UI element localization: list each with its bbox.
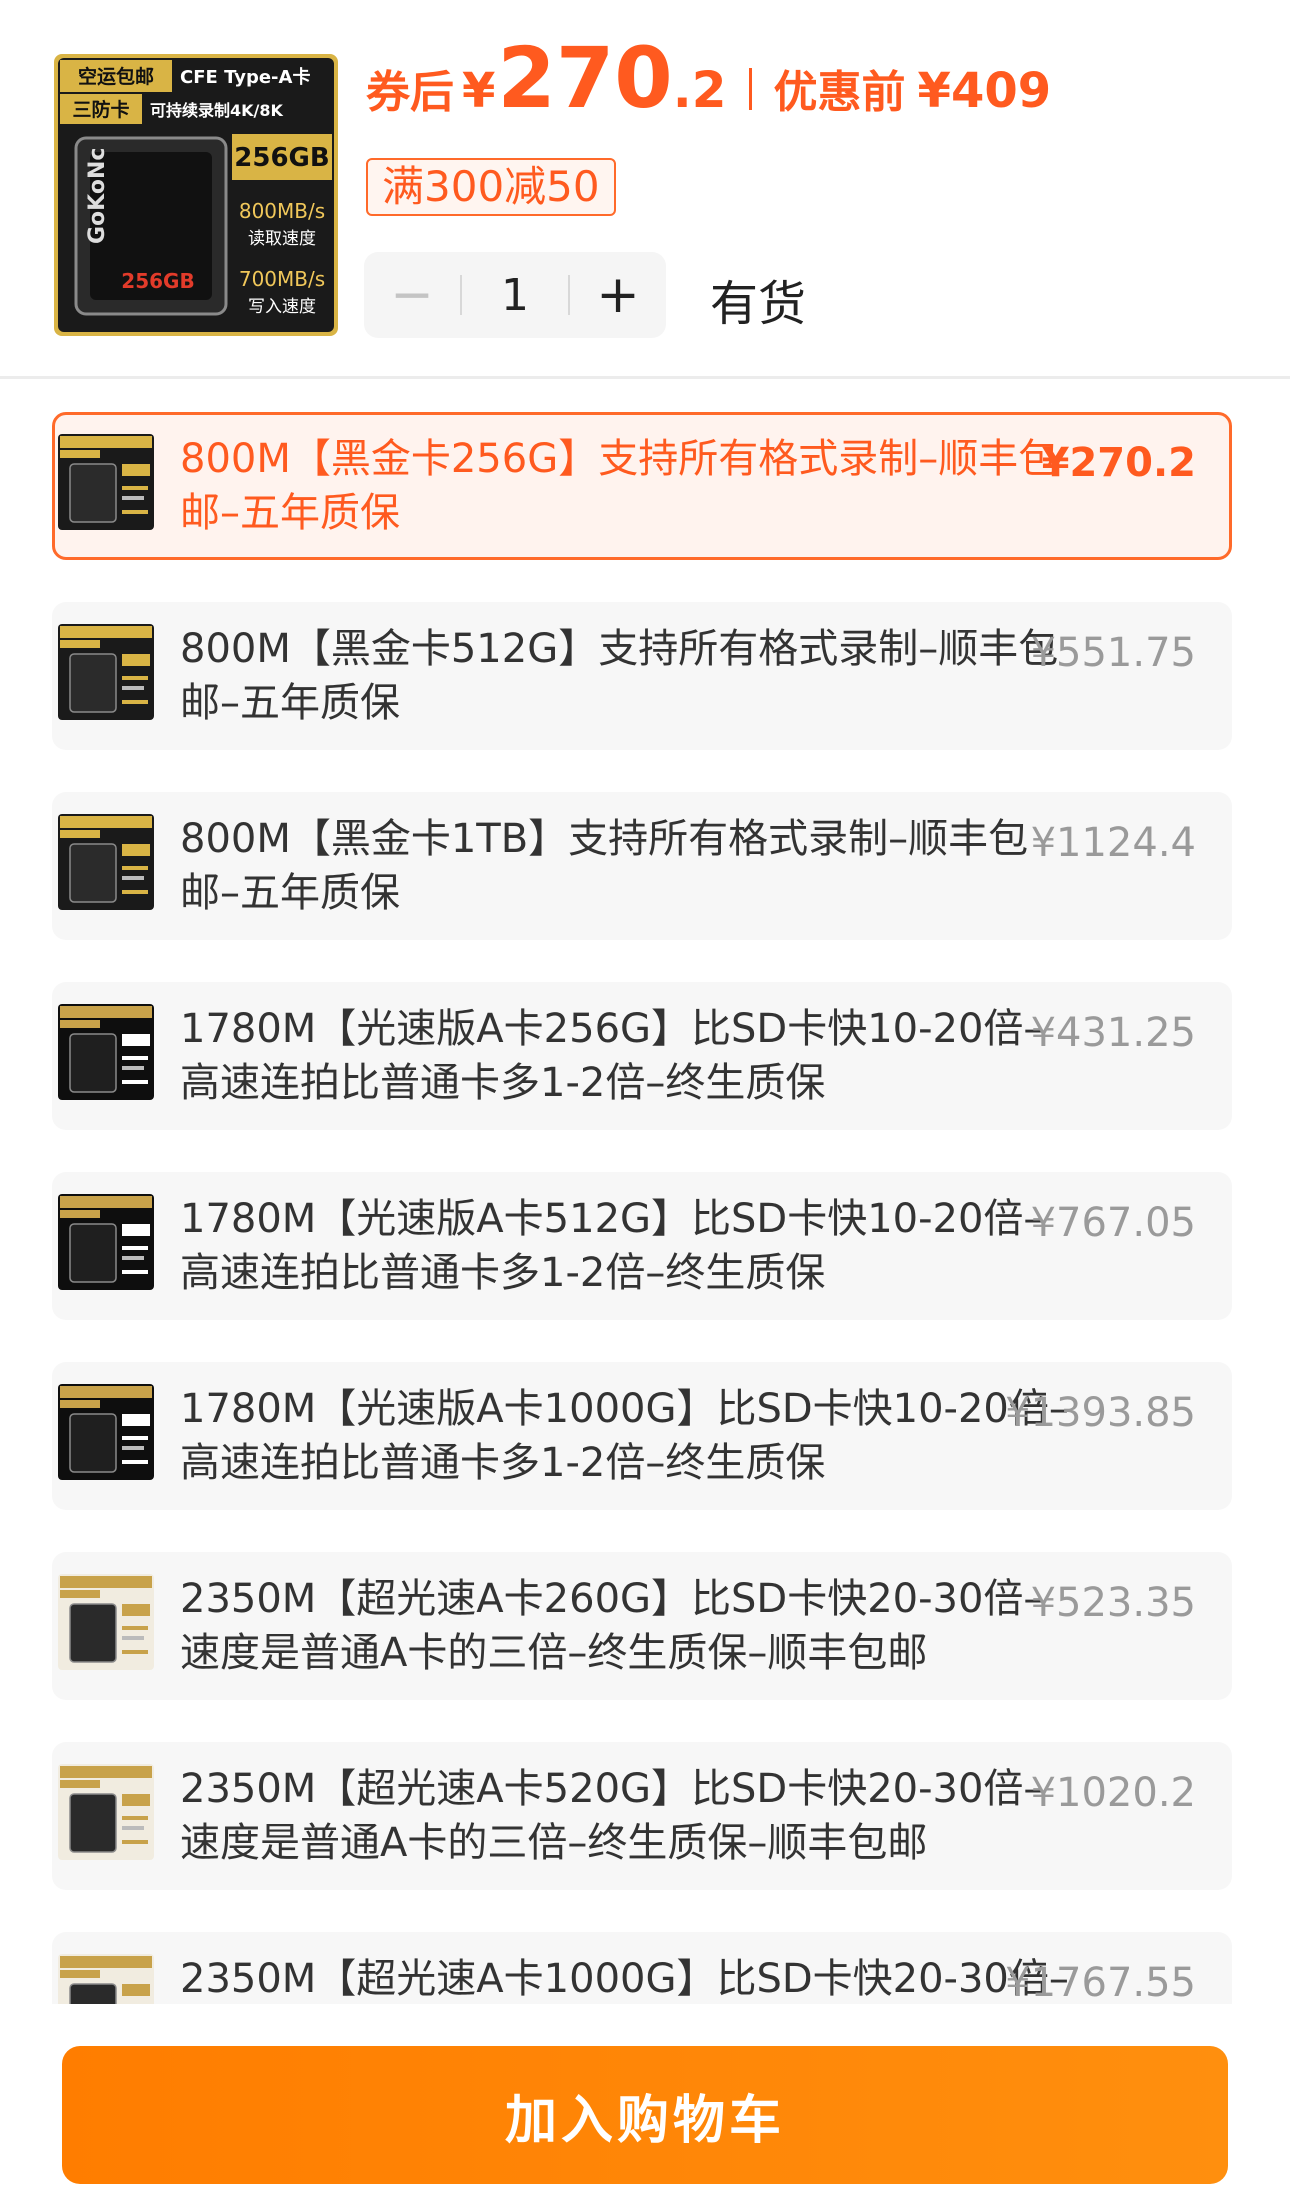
sku-option[interactable]: 2350M【超光速A卡1000G】比SD卡快20-30倍–速度是普通A卡的三倍–… bbox=[52, 1932, 1232, 2004]
quantity-value[interactable]: 1 bbox=[462, 270, 568, 321]
add-to-cart-button[interactable]: 加入购物车 bbox=[62, 2046, 1228, 2184]
option-thumbnail bbox=[58, 1954, 154, 2004]
price-divider bbox=[748, 68, 752, 110]
stock-status: 有货 bbox=[710, 276, 807, 332]
price-integer: 270 bbox=[497, 29, 673, 127]
option-price: ¥1767.55 bbox=[1005, 1960, 1196, 2004]
sku-option-list[interactable]: 800M【黑金卡256G】支持所有格式录制–顺丰包邮–五年质保 ¥270.2 8… bbox=[0, 412, 1290, 2004]
option-price: ¥767.05 bbox=[1030, 1200, 1196, 1246]
sku-option[interactable]: 2350M【超光速A卡260G】比SD卡快20-30倍–速度是普通A卡的三倍–终… bbox=[52, 1552, 1232, 1700]
option-thumbnail bbox=[58, 1194, 154, 1290]
increase-button[interactable]: + bbox=[570, 252, 666, 338]
option-name: 1780M【光速版A卡1000G】比SD卡快10-20倍–高速连拍比普通卡多1-… bbox=[180, 1386, 1069, 1486]
hero-protect-badge: 三防卡 bbox=[72, 98, 129, 121]
original-price: ¥409 bbox=[917, 63, 1052, 119]
hero-type-badge: CFE Type-A卡 bbox=[180, 66, 310, 88]
quantity-stepper: − 1 + bbox=[364, 252, 666, 338]
option-name: 800M【黑金卡512G】支持所有格式录制–顺丰包邮–五年质保 bbox=[180, 626, 1059, 726]
option-thumbnail bbox=[58, 624, 154, 720]
hero-brand: GoKoNc bbox=[85, 148, 110, 244]
hero-card-capacity: 256GB bbox=[121, 269, 194, 293]
price-decimal: .2 bbox=[672, 61, 727, 119]
original-price-label: 优惠前 bbox=[773, 67, 906, 118]
option-price: ¥523.35 bbox=[1030, 1580, 1196, 1626]
hero-capacity: 256GB bbox=[234, 143, 329, 173]
product-header: 空运包邮 CFE Type-A卡 三防卡 可持续录制4K/8K 256GB Go… bbox=[0, 0, 1290, 379]
option-thumbnail bbox=[58, 1574, 154, 1670]
hero-read-label: 读取速度 bbox=[248, 229, 316, 249]
hero-read-speed: 800MB/s bbox=[239, 199, 325, 223]
option-price: ¥431.25 bbox=[1030, 1010, 1196, 1056]
after-coupon-label: 券后 bbox=[366, 67, 454, 118]
sku-option[interactable]: 1780M【光速版A卡256G】比SD卡快10-20倍–高速连拍比普通卡多1-2… bbox=[52, 982, 1232, 1130]
price-row: 券后 ¥ 270 .2 优惠前 ¥409 bbox=[366, 36, 1051, 126]
option-name: 2350M【超光速A卡260G】比SD卡快20-30倍–速度是普通A卡的三倍–终… bbox=[180, 1576, 1044, 1676]
sku-option[interactable]: 800M【黑金卡1TB】支持所有格式录制–顺丰包邮–五年质保 ¥1124.4 bbox=[52, 792, 1232, 940]
hero-write-speed: 700MB/s bbox=[239, 267, 325, 291]
sku-option[interactable]: 800M【黑金卡512G】支持所有格式录制–顺丰包邮–五年质保 ¥551.75 bbox=[52, 602, 1232, 750]
option-price: ¥1020.2 bbox=[1030, 1770, 1196, 1816]
option-thumbnail bbox=[58, 814, 154, 910]
sku-option[interactable]: 1780M【光速版A卡1000G】比SD卡快10-20倍–高速连拍比普通卡多1-… bbox=[52, 1362, 1232, 1510]
option-name: 2350M【超光速A卡1000G】比SD卡快20-30倍–速度是普通A卡的三倍–… bbox=[180, 1956, 1069, 2002]
sku-option[interactable]: 2350M【超光速A卡520G】比SD卡快20-30倍–速度是普通A卡的三倍–终… bbox=[52, 1742, 1232, 1890]
option-name: 800M【黑金卡256G】支持所有格式录制–顺丰包邮–五年质保 bbox=[180, 436, 1059, 536]
option-thumbnail bbox=[58, 1764, 154, 1860]
sku-option[interactable]: 800M【黑金卡256G】支持所有格式录制–顺丰包邮–五年质保 ¥270.2 bbox=[52, 412, 1232, 560]
hero-record-badge: 可持续录制4K/8K bbox=[150, 101, 284, 120]
product-image[interactable]: 空运包邮 CFE Type-A卡 三防卡 可持续录制4K/8K 256GB Go… bbox=[54, 54, 338, 336]
option-price: ¥551.75 bbox=[1030, 630, 1196, 676]
option-thumbnail bbox=[58, 1384, 154, 1480]
option-name: 1780M【光速版A卡512G】比SD卡快10-20倍–高速连拍比普通卡多1-2… bbox=[180, 1196, 1044, 1296]
option-name: 1780M【光速版A卡256G】比SD卡快10-20倍–高速连拍比普通卡多1-2… bbox=[180, 1006, 1044, 1106]
option-thumbnail bbox=[58, 434, 154, 530]
option-thumbnail bbox=[58, 1004, 154, 1100]
option-price: ¥1393.85 bbox=[1005, 1390, 1196, 1436]
option-price: ¥270.2 bbox=[1041, 440, 1196, 486]
hero-write-label: 写入速度 bbox=[248, 297, 316, 317]
price-currency: ¥ bbox=[462, 63, 496, 119]
decrease-button[interactable]: − bbox=[364, 252, 460, 338]
sku-option[interactable]: 1780M【光速版A卡512G】比SD卡快10-20倍–高速连拍比普通卡多1-2… bbox=[52, 1172, 1232, 1320]
option-price: ¥1124.4 bbox=[1030, 820, 1196, 866]
coupon-tag[interactable]: 满300减50 bbox=[366, 158, 616, 216]
hero-shipping-badge: 空运包邮 bbox=[78, 65, 154, 88]
option-name: 2350M【超光速A卡520G】比SD卡快20-30倍–速度是普通A卡的三倍–终… bbox=[180, 1766, 1044, 1866]
header-divider bbox=[0, 376, 1290, 379]
option-name: 800M【黑金卡1TB】支持所有格式录制–顺丰包邮–五年质保 bbox=[180, 816, 1029, 916]
